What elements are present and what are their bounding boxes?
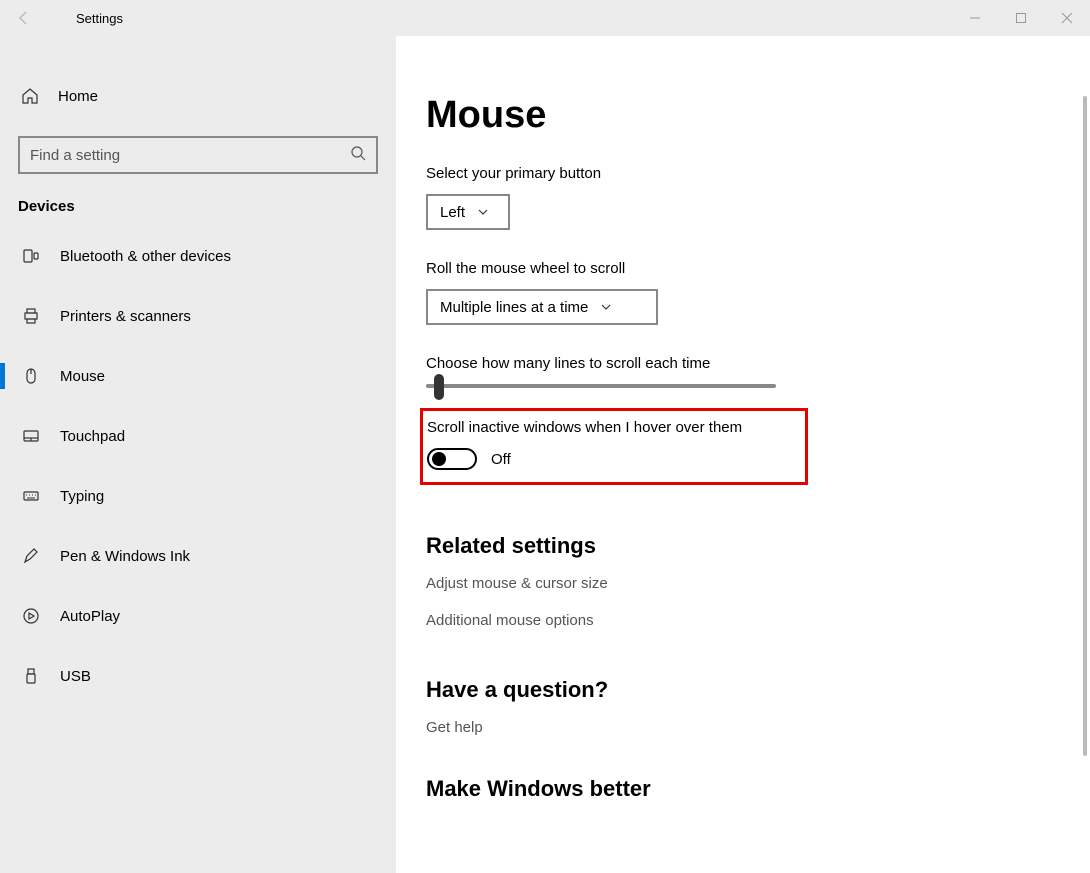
home-nav[interactable]: Home bbox=[18, 74, 378, 118]
sidebar-item-label: Printers & scanners bbox=[60, 308, 191, 325]
slider-thumb[interactable] bbox=[434, 374, 444, 400]
primary-button-label: Select your primary button bbox=[426, 165, 1090, 182]
highlighted-setting: Scroll inactive windows when I hover ove… bbox=[420, 408, 808, 485]
scroll-mode-label: Roll the mouse wheel to scroll bbox=[426, 260, 1090, 277]
primary-button-dropdown[interactable]: Left bbox=[426, 194, 510, 230]
sidebar-item-bluetooth[interactable]: Bluetooth & other devices bbox=[18, 233, 378, 279]
sidebar-item-label: Pen & Windows Ink bbox=[60, 548, 190, 565]
search-field[interactable] bbox=[30, 147, 350, 164]
category-heading: Devices bbox=[18, 198, 378, 215]
pen-icon bbox=[20, 547, 42, 565]
scrollbar-thumb[interactable] bbox=[1083, 96, 1087, 756]
lines-slider[interactable] bbox=[426, 384, 776, 388]
additional-options-link[interactable]: Additional mouse options bbox=[426, 612, 1090, 629]
page-title: Mouse bbox=[426, 94, 1090, 137]
touchpad-icon bbox=[20, 427, 42, 445]
sidebar-item-typing[interactable]: Typing bbox=[18, 473, 378, 519]
window-controls bbox=[952, 0, 1090, 36]
close-button[interactable] bbox=[1044, 0, 1090, 36]
sidebar-item-pen[interactable]: Pen & Windows Ink bbox=[18, 533, 378, 579]
question-heading: Have a question? bbox=[426, 677, 1090, 703]
minimize-button[interactable] bbox=[952, 0, 998, 36]
sidebar-item-label: AutoPlay bbox=[60, 608, 120, 625]
usb-icon bbox=[20, 667, 42, 685]
scrollbar[interactable] bbox=[1080, 96, 1090, 776]
search-input[interactable] bbox=[18, 136, 378, 174]
home-icon bbox=[18, 87, 42, 105]
sidebar-item-usb[interactable]: USB bbox=[18, 653, 378, 699]
sidebar-item-touchpad[interactable]: Touchpad bbox=[18, 413, 378, 459]
better-heading: Make Windows better bbox=[426, 776, 1090, 802]
maximize-button[interactable] bbox=[998, 0, 1044, 36]
autoplay-icon bbox=[20, 607, 42, 625]
search-icon bbox=[350, 145, 366, 166]
scroll-mode-dropdown[interactable]: Multiple lines at a time bbox=[426, 289, 658, 325]
adjust-cursor-link[interactable]: Adjust mouse & cursor size bbox=[426, 575, 1090, 592]
get-help-link[interactable]: Get help bbox=[426, 719, 1090, 736]
sidebar-item-label: Bluetooth & other devices bbox=[60, 248, 231, 265]
sidebar-item-printers[interactable]: Printers & scanners bbox=[18, 293, 378, 339]
inactive-scroll-label: Scroll inactive windows when I hover ove… bbox=[427, 419, 797, 436]
window-title: Settings bbox=[76, 11, 123, 26]
toggle-state: Off bbox=[491, 451, 511, 468]
toggle-knob bbox=[432, 452, 446, 466]
keyboard-icon bbox=[20, 487, 42, 505]
sidebar-item-label: Typing bbox=[60, 488, 104, 505]
home-label: Home bbox=[58, 88, 98, 105]
sidebar-item-mouse[interactable]: Mouse bbox=[18, 353, 378, 399]
inactive-scroll-toggle[interactable] bbox=[427, 448, 477, 470]
dropdown-value: Multiple lines at a time bbox=[440, 299, 588, 316]
sidebar-item-label: Mouse bbox=[60, 368, 105, 385]
dropdown-value: Left bbox=[440, 204, 465, 221]
chevron-down-icon bbox=[600, 301, 612, 313]
sidebar-item-label: Touchpad bbox=[60, 428, 125, 445]
back-button[interactable] bbox=[0, 0, 48, 36]
sidebar-item-autoplay[interactable]: AutoPlay bbox=[18, 593, 378, 639]
related-settings-heading: Related settings bbox=[426, 533, 1090, 559]
lines-label: Choose how many lines to scroll each tim… bbox=[426, 355, 1090, 372]
chevron-down-icon bbox=[477, 206, 489, 218]
printer-icon bbox=[20, 307, 42, 325]
main-content: Mouse Select your primary button Left Ro… bbox=[396, 36, 1090, 873]
bluetooth-icon bbox=[20, 247, 42, 265]
sidebar-item-label: USB bbox=[60, 668, 91, 685]
mouse-icon bbox=[20, 367, 42, 385]
titlebar: Settings bbox=[0, 0, 1090, 36]
sidebar: Home Devices Bluetooth & other devices P… bbox=[0, 36, 396, 873]
